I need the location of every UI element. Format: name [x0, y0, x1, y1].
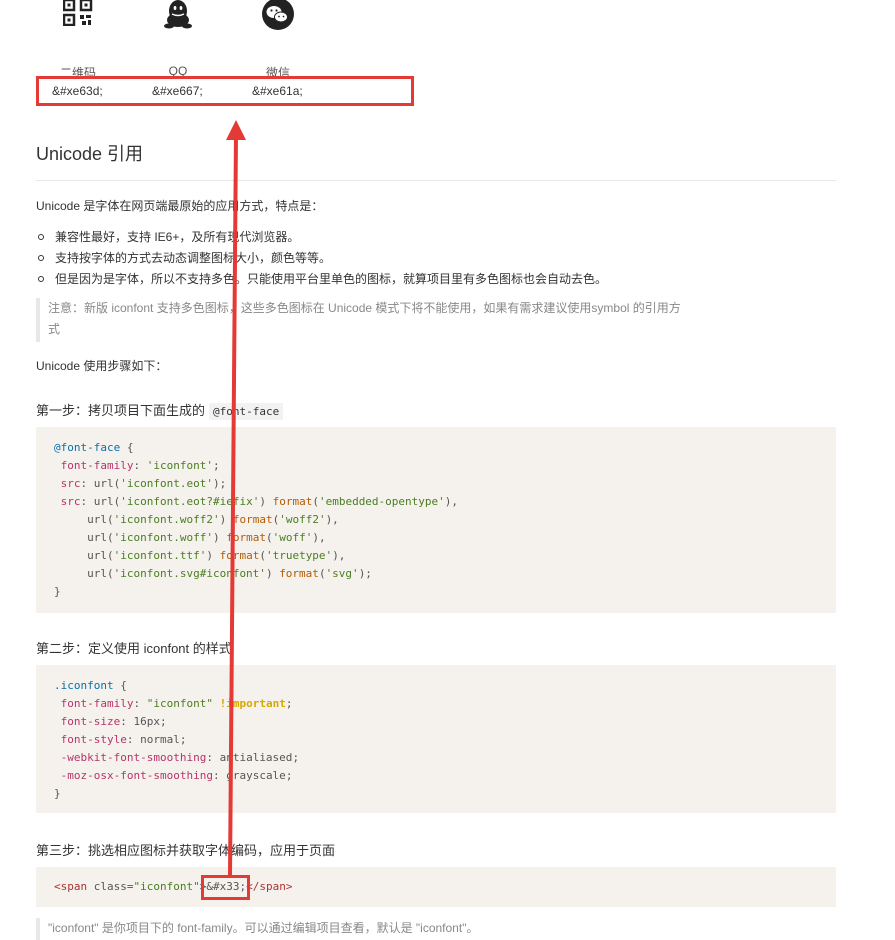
annotation-arrow [226, 120, 246, 876]
